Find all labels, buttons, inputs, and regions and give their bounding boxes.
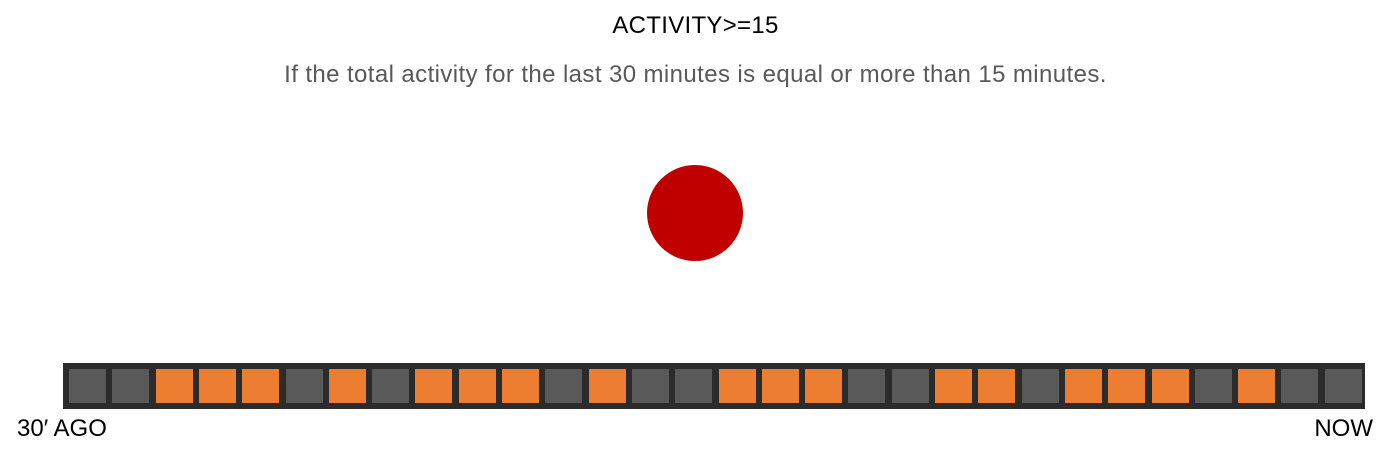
minute-cell-inactive	[1281, 369, 1319, 403]
timeline-start-label: 30′ AGO	[17, 415, 107, 442]
minute-cell-active	[415, 369, 453, 403]
minute-cell-active	[978, 369, 1016, 403]
minute-cell-inactive	[1194, 369, 1232, 403]
minute-cell-active	[1064, 369, 1102, 403]
minute-cell-inactive	[372, 369, 410, 403]
minute-cell-inactive	[112, 369, 150, 403]
minute-cell-active	[718, 369, 756, 403]
rule-title: ACTIVITY>=15	[612, 12, 779, 39]
minute-cell-inactive	[848, 369, 886, 403]
minute-cell-active	[328, 369, 366, 403]
minute-cell-active	[761, 369, 799, 403]
timeline-end-label: NOW	[1314, 415, 1373, 442]
activity-timeline-bar	[63, 363, 1365, 409]
minute-cell-active	[935, 369, 972, 403]
minute-cell-inactive	[69, 369, 106, 403]
minute-cell-active	[458, 369, 496, 403]
minute-cell-active	[155, 369, 193, 403]
minute-cell-inactive	[675, 369, 713, 403]
minute-cell-inactive	[1021, 369, 1059, 403]
minute-cell-active	[198, 369, 236, 403]
minute-cell-inactive	[891, 369, 929, 403]
minute-cell-inactive	[1324, 369, 1362, 403]
minute-cell-active	[502, 369, 539, 403]
rule-description: If the total activity for the last 30 mi…	[284, 61, 1107, 88]
minute-cell-active	[1238, 369, 1276, 403]
minute-cell-active	[242, 369, 280, 403]
minute-cell-active	[588, 369, 626, 403]
status-indicator-dot	[647, 165, 743, 261]
minute-cell-active	[1108, 369, 1146, 403]
minute-cell-active	[805, 369, 843, 403]
minute-cell-inactive	[545, 369, 583, 403]
minute-cell-inactive	[631, 369, 669, 403]
minute-cell-active	[1151, 369, 1189, 403]
minute-cell-inactive	[285, 369, 323, 403]
